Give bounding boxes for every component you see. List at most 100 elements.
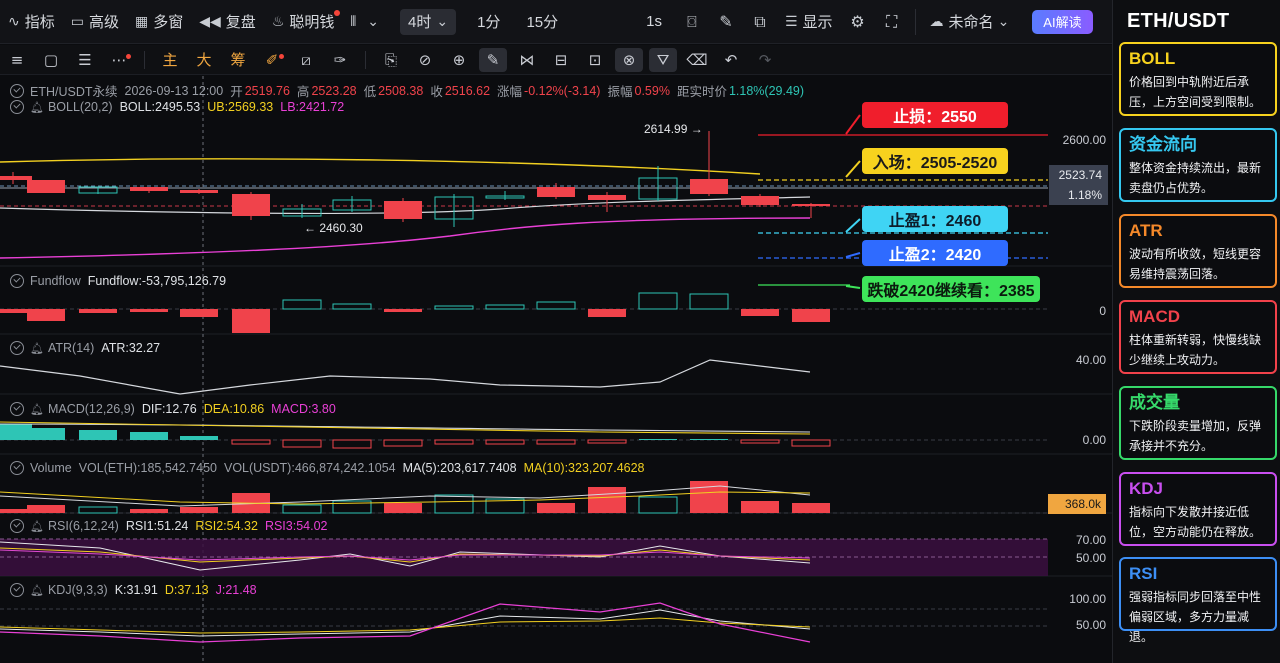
volume-bar-down xyxy=(588,487,626,513)
ai-interpret-button[interactable]: AI解读 xyxy=(1032,9,1093,34)
candle-down xyxy=(537,187,575,197)
macd-bar-down xyxy=(791,439,831,447)
axis-label-fundflow-zero: 0 xyxy=(1099,304,1106,318)
candle-down xyxy=(384,201,422,219)
bell-icon[interactable]: 🔔︎ xyxy=(30,584,44,597)
fundflow-bar-down xyxy=(792,309,830,322)
layout-dropdown[interactable]: ☁ 未命名 ⌄ xyxy=(922,0,1023,44)
volume-ma10: MA(10):323,207.4628 xyxy=(523,461,645,475)
display-button[interactable]: ☰ 显示 xyxy=(777,0,841,44)
chart-type-dropdown[interactable]: ⫴ ⌄ xyxy=(342,0,392,44)
eye-icon[interactable] xyxy=(10,583,24,597)
more-icon[interactable]: ⋯ xyxy=(102,45,136,75)
smart-money-button[interactable]: ♨ 聪明钱 xyxy=(264,0,343,44)
chevron-down-icon: ⌄ xyxy=(997,13,1010,30)
brush-icon[interactable]: ✑ xyxy=(323,45,357,75)
share-icon[interactable]: ⧉ xyxy=(743,0,777,44)
chart-area[interactable]: ETH/USDT永续 2026-09-13 12:00 开 2519.76 高 25… xyxy=(0,76,1112,663)
pencil-icon[interactable]: ✎ xyxy=(709,0,743,44)
eye-icon[interactable] xyxy=(10,519,24,533)
drawing-toolbar: ≡ ▢ ☰ ⋯ 主 大 筹 ✐ ⧄ ✑ ⎘ ⊘ ⊕ ✎ ⋈ ⊟ ⊡ ⊗ ⛛ ⌫ … xyxy=(0,45,1112,75)
bell-icon[interactable]: 🔔︎ xyxy=(30,520,44,533)
volume-ma5: MA(5):203,617.7408 xyxy=(402,461,517,475)
high-price-marker: 2614.99 → xyxy=(644,122,703,136)
eye-icon[interactable] xyxy=(10,402,24,416)
chip-tool[interactable]: 筹 xyxy=(221,45,255,75)
filter-icon[interactable]: ⛛ xyxy=(649,47,677,72)
lock-icon[interactable]: ⊟ xyxy=(544,45,578,75)
sidebar-title: ETH/USDT xyxy=(1127,9,1230,32)
fundflow-bar-up xyxy=(434,305,474,310)
indicator-label: 指标 xyxy=(24,14,55,31)
volume-bar-down xyxy=(130,509,168,513)
undo-icon[interactable]: ↶ xyxy=(714,45,748,75)
macd-bar-down xyxy=(587,439,627,444)
bell-icon[interactable]: 🔔︎ xyxy=(30,403,44,416)
boll-name: BOLL(20,2) xyxy=(47,100,113,114)
analysis-card: MACD 柱体重新转弱，快慢线缺少继续上攻动力。 xyxy=(1119,300,1277,374)
take-profit-1-callout: 止盈1：2460 xyxy=(862,206,1008,232)
take-profit-1-arrow xyxy=(845,218,861,233)
bell-icon[interactable]: 🔔︎ xyxy=(30,101,44,114)
magnet-icon[interactable]: ⋈ xyxy=(510,45,544,75)
big-order-tool[interactable]: 大 xyxy=(187,45,221,75)
axis-label-2600: 2600.00 xyxy=(1062,133,1106,147)
hide-drawings-icon[interactable]: ⊡ xyxy=(578,45,612,75)
breakdown-target-callout: 跌破2420继续看：2385 xyxy=(862,276,1040,302)
indicator-button[interactable]: ∿ 指标 xyxy=(0,0,63,44)
rsi-legend: 🔔︎ RSI(6,12,24) RSI1:51.24 RSI2:54.32 RS… xyxy=(10,519,334,533)
close-label: 收 xyxy=(430,85,443,99)
zoom-in-icon[interactable]: ⊕ xyxy=(442,45,476,75)
main-force-tool[interactable]: 主 xyxy=(153,45,187,75)
custom-draw-icon[interactable]: ✐ xyxy=(255,45,289,75)
macd-bar-down xyxy=(740,439,780,444)
ruler-icon[interactable]: ⊘ xyxy=(408,45,442,75)
interval-1m[interactable]: 1分 xyxy=(464,0,513,44)
menu-icon[interactable]: ≡ xyxy=(0,45,34,75)
fullscreen-icon[interactable]: ⛶ xyxy=(875,0,909,44)
copy-icon[interactable]: ⎘ xyxy=(374,45,408,75)
axis-label-atr: 40.00 xyxy=(1075,353,1106,367)
fundflow-bar-down xyxy=(384,309,422,312)
advanced-button[interactable]: ▭ 高级 xyxy=(63,0,127,44)
candle-down xyxy=(792,204,830,206)
volume-bar-down xyxy=(537,503,575,513)
link-icon[interactable]: ⊗ xyxy=(615,47,643,72)
interval-1s[interactable]: 1s xyxy=(633,0,675,44)
high-label: 高 xyxy=(296,85,310,99)
trash-icon[interactable]: ⌫ xyxy=(680,45,714,75)
interval-dropdown[interactable]: 4时 ⌄ xyxy=(400,8,457,35)
display-label: 显示 xyxy=(802,14,833,31)
eye-icon[interactable] xyxy=(10,100,24,114)
replay-button[interactable]: ◀◀ 复盘 xyxy=(191,0,264,44)
compare-icon[interactable]: ⧄ xyxy=(289,45,323,75)
bell-icon[interactable]: 🔔︎ xyxy=(30,342,44,355)
rectangle-icon[interactable]: ▢ xyxy=(34,45,68,75)
redo-icon[interactable]: ↷ xyxy=(748,45,782,75)
change-value: -0.12%(-3.14) xyxy=(524,83,601,98)
analysis-card: KDJ 指标向下发散并接近低位，空方动能仍在释放。 xyxy=(1119,472,1277,546)
analysis-card: RSI 强弱指标同步回落至中性偏弱区域，多方力量减退。 xyxy=(1119,557,1277,644)
atr-line xyxy=(0,359,811,395)
eye-icon[interactable] xyxy=(10,461,24,475)
draw-pen-icon[interactable]: ✎ xyxy=(479,47,507,72)
settings-icon[interactable]: ⚙ xyxy=(841,0,875,44)
eye-icon[interactable] xyxy=(10,341,24,355)
lines-icon[interactable]: ☰ xyxy=(68,45,102,75)
camera-icon[interactable]: ⌼ xyxy=(675,0,709,44)
low-price-marker: ← 2460.30 xyxy=(304,221,363,235)
fundflow-bar-down xyxy=(27,309,65,321)
macd-bar-down xyxy=(383,439,423,447)
eye-icon[interactable] xyxy=(10,83,24,98)
eye-icon[interactable] xyxy=(10,274,24,288)
multi-window-button[interactable]: ▦ 多窗 xyxy=(127,0,191,44)
rsi2-value: RSI2:54.32 xyxy=(195,519,258,533)
boll-ub: UB:2569.33 xyxy=(207,100,274,114)
layout-name: 未命名 xyxy=(948,14,994,31)
atr-legend: 🔔︎ ATR(14) ATR:32.27 xyxy=(10,341,167,355)
macd-bar-up xyxy=(130,432,168,440)
current-price: 2523.74 xyxy=(1058,168,1102,182)
macd-dif-line xyxy=(0,423,811,433)
active-interval-label: 4时 xyxy=(408,14,432,31)
interval-15m[interactable]: 15分 xyxy=(513,0,571,44)
